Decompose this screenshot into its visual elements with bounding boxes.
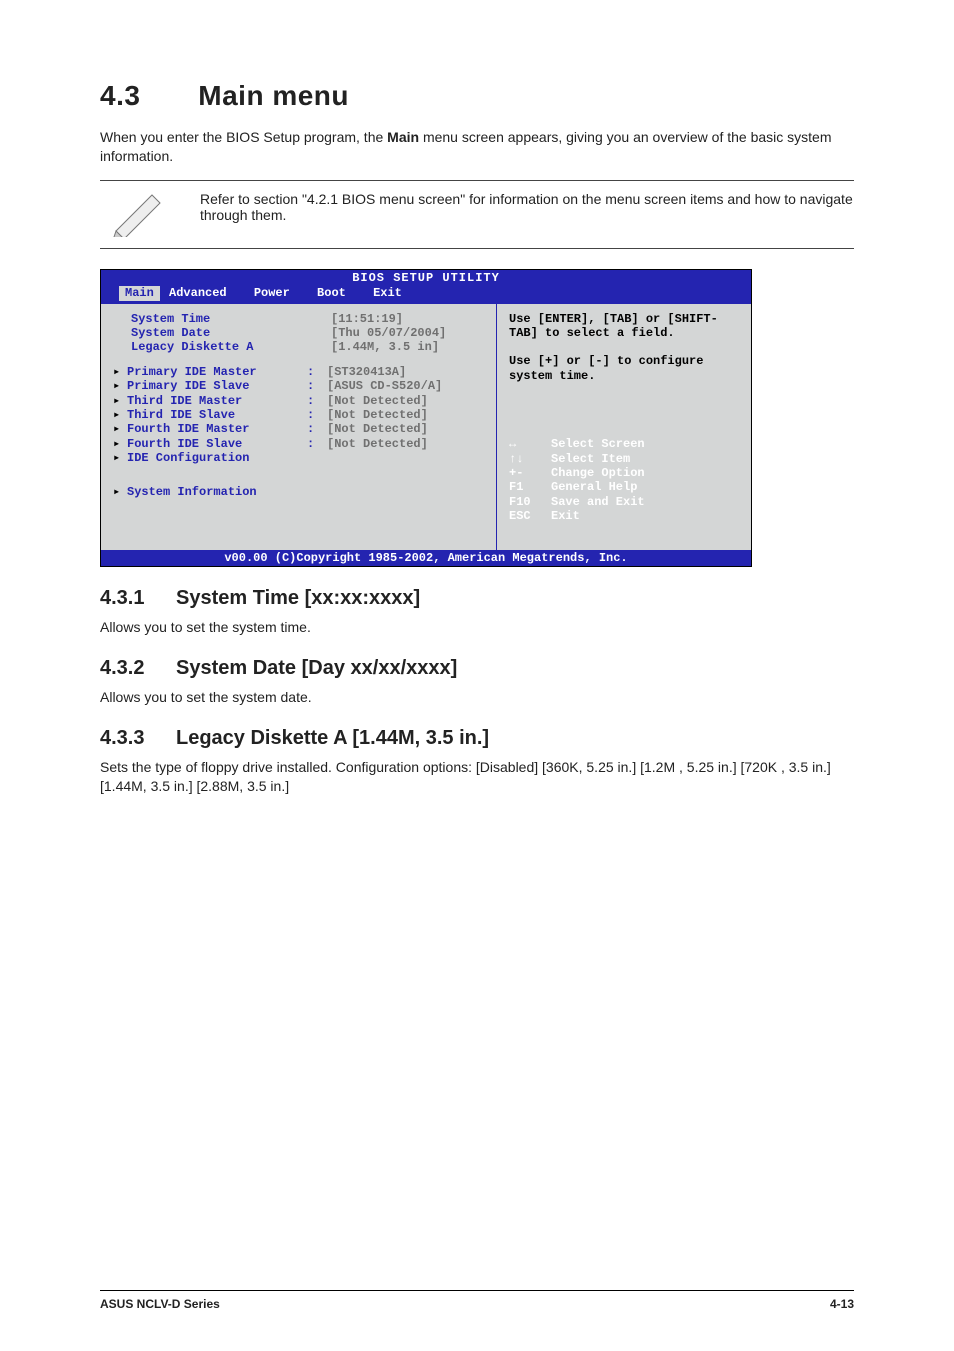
bios-field[interactable]: ▸Fourth IDE Master:[Not Detected] [131, 422, 486, 436]
triangle-right-icon: ▸ [113, 422, 127, 436]
bios-title: BIOS SETUP UTILITY [101, 270, 751, 286]
bios-copyright: v00.00 (C)Copyright 1985-2002, American … [101, 550, 751, 566]
bios-screenshot: BIOS SETUP UTILITY Main Advanced Power B… [100, 269, 752, 567]
bios-field[interactable]: ▸Third IDE Slave:[Not Detected] [131, 408, 486, 422]
subsection-body: Allows you to set the system date. [100, 688, 854, 707]
triangle-right-icon: ▸ [113, 408, 127, 422]
triangle-right-icon: ▸ [113, 485, 127, 499]
subsection-body: Sets the type of floppy drive installed.… [100, 758, 854, 796]
page-footer: ASUS NCLV-D Series 4-13 [100, 1290, 854, 1311]
note-block: Refer to section "4.2.1 BIOS menu screen… [100, 180, 854, 249]
pencil-icon [100, 189, 200, 240]
bios-field[interactable]: ▸Primary IDE Slave:[ASUS CD-S520/A] [131, 379, 486, 393]
triangle-right-icon: ▸ [113, 394, 127, 408]
triangle-right-icon: ▸ [113, 379, 127, 393]
footer-right: 4-13 [830, 1297, 854, 1311]
subsection-heading: 4.3.1System Time [xx:xx:xxxx] [100, 587, 854, 610]
triangle-right-icon: ▸ [113, 365, 127, 379]
bios-left-panel: System Time[11:51:19] System Date[Thu 05… [101, 304, 497, 550]
bios-help-keys: ↔Select Screen ↑↓Select Item +-Change Op… [509, 437, 739, 523]
section-title: Main menu [198, 80, 349, 111]
triangle-right-icon: ▸ [113, 437, 127, 451]
bios-tab-advanced[interactable]: Advanced [167, 286, 245, 300]
bios-field[interactable]: Legacy Diskette A[1.44M, 3.5 in] [131, 340, 486, 354]
bios-menubar: Main Advanced Power Boot Exit [101, 286, 751, 302]
intro-paragraph: When you enter the BIOS Setup program, t… [100, 128, 854, 166]
bios-tab-exit[interactable]: Exit [371, 286, 420, 300]
subsection-heading: 4.3.3Legacy Diskette A [1.44M, 3.5 in.] [100, 727, 854, 750]
bios-field[interactable]: System Time[11:51:19] [131, 312, 486, 326]
bios-field[interactable]: System Date[Thu 05/07/2004] [131, 326, 486, 340]
bios-tab-boot[interactable]: Boot [315, 286, 364, 300]
bios-help-1: Use [ENTER], [TAB] or [SHIFT-TAB] to sel… [509, 312, 739, 341]
footer-left: ASUS NCLV-D Series [100, 1297, 220, 1311]
bios-tab-main[interactable]: Main [119, 286, 160, 300]
section-number: 4.3 [100, 80, 190, 112]
bios-field[interactable]: ▸System Information [131, 485, 486, 499]
subsection-body: Allows you to set the system time. [100, 618, 854, 637]
page: 4.3 Main menu When you enter the BIOS Se… [0, 0, 954, 1351]
subsection-heading: 4.3.2System Date [Day xx/xx/xxxx] [100, 657, 854, 680]
bios-help-2: Use [+] or [-] to configure system time. [509, 354, 739, 383]
note-text: Refer to section "4.2.1 BIOS menu screen… [200, 189, 854, 223]
bios-field[interactable]: ▸IDE Configuration [131, 451, 486, 465]
bios-help-panel: Use [ENTER], [TAB] or [SHIFT-TAB] to sel… [497, 304, 751, 550]
bios-body: System Time[11:51:19] System Date[Thu 05… [101, 303, 751, 550]
bios-field[interactable]: ▸Fourth IDE Slave:[Not Detected] [131, 437, 486, 451]
triangle-right-icon: ▸ [113, 451, 127, 465]
bios-field[interactable]: ▸Primary IDE Master:[ST320413A] [131, 365, 486, 379]
bios-tab-power[interactable]: Power [252, 286, 308, 300]
section-heading: 4.3 Main menu [100, 80, 854, 112]
bios-field[interactable]: ▸Third IDE Master:[Not Detected] [131, 394, 486, 408]
intro-bold: Main [387, 129, 419, 145]
